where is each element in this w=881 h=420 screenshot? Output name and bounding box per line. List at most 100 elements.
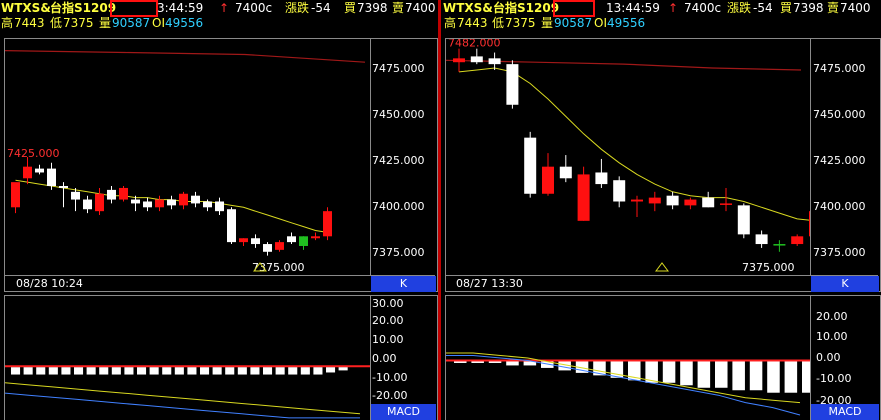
candle-body — [737, 205, 750, 235]
candle-body — [755, 234, 768, 245]
macd-histogram-bar — [784, 361, 798, 393]
macd-button[interactable]: MACD — [811, 404, 879, 420]
macd-histogram-bar — [715, 361, 728, 388]
sell-label: 賣 — [392, 1, 405, 15]
macd-button[interactable]: MACD — [371, 404, 436, 420]
candle-body — [488, 58, 501, 65]
volume-label: 量 — [541, 16, 554, 30]
sell-value: 7400 — [405, 1, 436, 15]
candle-body — [107, 189, 116, 200]
macd-histogram-bar — [680, 361, 693, 386]
candle-body — [684, 199, 697, 206]
up-arrow-icon: ↑ — [219, 1, 230, 15]
macd-tick-label: 30.00 — [372, 297, 404, 310]
macd-histogram-bar — [11, 367, 21, 375]
candle-body — [263, 244, 272, 252]
y-tick-label: 7450.000 — [813, 108, 866, 121]
macd-chart[interactable] — [446, 296, 810, 420]
macd-histogram-bar — [74, 367, 84, 375]
macd-tick-label: 20.00 — [816, 310, 848, 323]
volume-label: 量 — [99, 16, 112, 30]
macd-histogram-bar — [36, 367, 46, 375]
macd-histogram-bar — [149, 367, 159, 375]
macd-histogram-bar — [187, 367, 197, 375]
macd-histogram-bar — [506, 361, 519, 366]
macd-histogram-bar — [111, 367, 121, 375]
symbol-code: WTXS& — [1, 1, 51, 15]
buy-value: 7398 — [357, 1, 388, 15]
macd-axis-line — [810, 296, 811, 420]
candle-body — [215, 201, 224, 212]
candle-body — [299, 236, 308, 246]
low-label: 低 — [492, 16, 505, 30]
candle-body — [83, 199, 92, 210]
cursor-date: 08/28 10:24 — [16, 277, 83, 290]
y-tick-label: 7375.000 — [813, 246, 866, 259]
candle-body — [524, 137, 537, 194]
symbol-name: 台指S1209 — [50, 1, 117, 15]
candle-body — [131, 199, 140, 204]
price-chart[interactable]: 7425.0007375.000 — [5, 39, 370, 275]
macd-axis-line — [370, 296, 371, 420]
k-button[interactable]: K — [811, 276, 879, 292]
oi-value: 49556 — [607, 16, 646, 30]
macd-histogram-bar — [162, 367, 172, 375]
macd-histogram-bar — [288, 367, 298, 375]
macd-tick-label: -10.00 — [372, 371, 408, 384]
right-chart-panel: WTXS& 台指S1209 13:44:59 ↑ 7400c 漲跌 -54 買 … — [441, 0, 881, 420]
y-tick-label: 7375.000 — [372, 246, 425, 259]
candle-body — [227, 209, 236, 243]
oi-label: OI — [152, 16, 165, 30]
candle-body — [559, 166, 572, 179]
macd-histogram-bar — [313, 367, 323, 375]
candle-body — [577, 174, 590, 221]
low-price-marker: 7375.000 — [742, 261, 795, 274]
candle-body — [648, 197, 661, 204]
macd-histogram-bar — [749, 361, 763, 391]
low-value: 7375 — [505, 16, 536, 30]
candle-body — [791, 236, 804, 245]
macd-histogram-bar — [225, 367, 235, 375]
macd-histogram-bar — [99, 367, 109, 375]
symbol-name: 台指S1209 — [493, 1, 560, 15]
macd-histogram-bar — [338, 367, 348, 371]
change-label: 漲跌 — [727, 1, 752, 15]
buy-label: 買 — [780, 1, 793, 15]
macd-histogram-bar — [86, 367, 96, 375]
candle-body — [275, 242, 284, 250]
macd-histogram-bar — [488, 361, 502, 363]
candle-body — [720, 203, 732, 205]
candle-body — [453, 58, 465, 63]
macd-histogram-bar — [212, 367, 222, 375]
candle-body — [59, 186, 68, 188]
macd-tick-label: -10.00 — [816, 372, 852, 385]
k-button[interactable]: K — [371, 276, 436, 292]
candle-body — [167, 199, 176, 206]
candle-body — [23, 166, 32, 179]
y-tick-label: 7400.000 — [372, 200, 425, 213]
price-axis-line — [810, 39, 811, 275]
macd-histogram-bar — [124, 367, 134, 375]
macd-histogram-bar — [326, 367, 336, 373]
candle-body — [666, 195, 679, 206]
quote-time: 3:44:59 — [157, 1, 204, 15]
macd-histogram-bar — [454, 361, 467, 363]
change-value: -54 — [311, 1, 331, 15]
macd-chart[interactable] — [5, 296, 370, 420]
macd-histogram-bar — [662, 361, 676, 383]
volume-value: 90587 — [112, 16, 151, 30]
low-value: 7375 — [63, 16, 94, 30]
price-chart[interactable]: 7482.000 7375.000 — [446, 39, 810, 275]
high-price-marker: 7425.000 — [7, 147, 60, 160]
macd-signal-line — [5, 392, 360, 419]
candle-body — [470, 56, 483, 63]
candle-body — [323, 211, 332, 237]
macd-histogram-bar — [802, 361, 810, 393]
candle-body — [179, 193, 188, 206]
low-label: 低 — [50, 16, 63, 30]
last-price: 7400c — [235, 1, 273, 15]
y-tick-label: 7475.000 — [813, 62, 866, 75]
macd-histogram-bar — [23, 367, 33, 375]
y-tick-label: 7450.000 — [372, 108, 425, 121]
candle-body — [631, 199, 643, 202]
